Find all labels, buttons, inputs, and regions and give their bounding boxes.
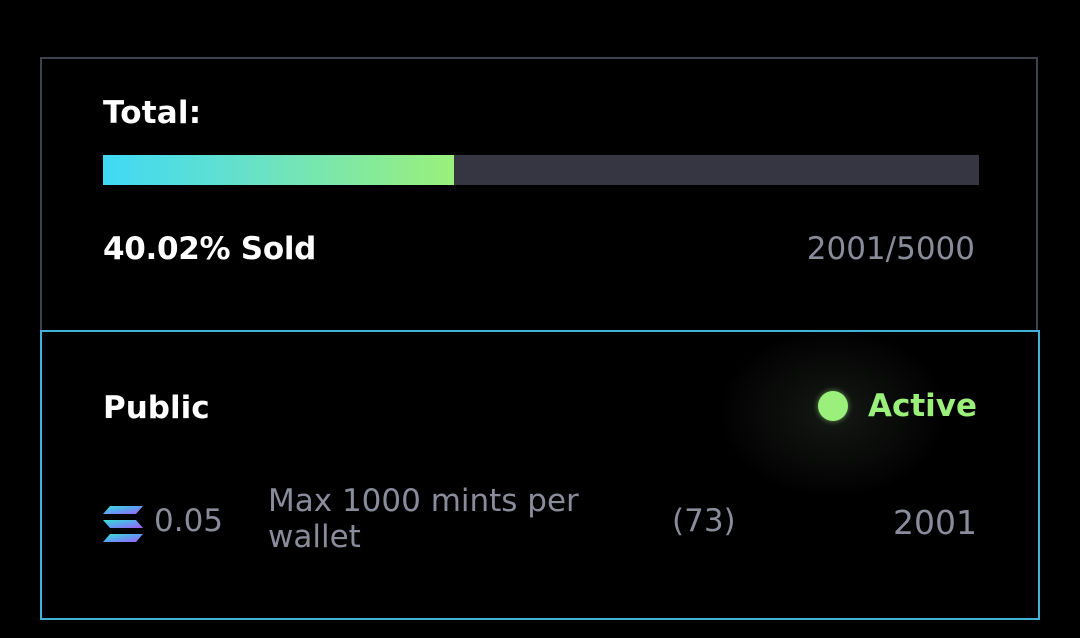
sold-count: 2001/5000 — [806, 231, 975, 267]
phase-minted-count: 2001 — [893, 503, 977, 542]
status-label: Active — [867, 388, 977, 424]
status-dot-icon — [817, 391, 848, 421]
phase-title: Public — [103, 390, 210, 426]
mint-panel: Total: 40.02% Sold 2001/5000 Public Acti… — [0, 0, 1080, 638]
phase-status: Active — [717, 328, 977, 498]
solana-icon — [103, 506, 143, 542]
total-title: Total: — [103, 95, 202, 131]
phase-card-public[interactable]: Public Active 0.05 Max 1000 mints per wa… — [40, 328, 1040, 620]
mint-progress-fill — [103, 155, 454, 185]
mint-price: 0.05 — [154, 503, 224, 539]
mint-progress-bar — [103, 155, 979, 185]
total-progress-card: Total: 40.02% Sold 2001/5000 — [40, 57, 1038, 330]
wallet-mint-count: (73) — [672, 503, 736, 539]
wallet-limit-text: Max 1000 mints per wallet — [268, 483, 579, 555]
sold-percentage: 40.02% Sold — [103, 231, 317, 267]
